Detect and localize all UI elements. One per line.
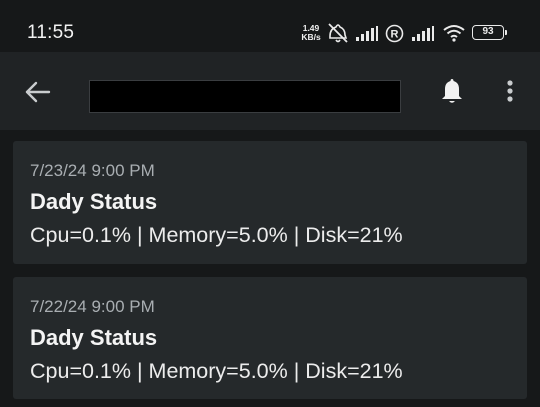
bell-icon[interactable]: [436, 75, 468, 107]
back-arrow-icon[interactable]: [22, 76, 54, 108]
battery-level: 93: [482, 26, 494, 37]
redacted-title: [89, 80, 401, 113]
notification-body: Cpu=0.1% | Memory=5.0% | Disk=21%: [30, 359, 403, 383]
network-speed: 1.49 KB/s: [300, 24, 322, 42]
more-vertical-icon[interactable]: [499, 75, 521, 107]
mute-alarm-icon: [328, 23, 348, 43]
signal-bars-icon: [356, 26, 378, 41]
notification-title: Dady Status: [30, 325, 158, 350]
notification-body: Cpu=0.1% | Memory=5.0% | Disk=21%: [30, 223, 403, 247]
notification-card[interactable]: 7/23/24 9:00 PM Dady Status Cpu=0.1% | M…: [13, 141, 527, 264]
notification-date: 7/23/24 9:00 PM: [30, 161, 155, 180]
signal-bars-icon: [412, 26, 434, 41]
network-speed-unit: KB/s: [301, 32, 321, 42]
svg-text:R: R: [391, 29, 399, 41]
status-bar: 11:55 1.49 KB/s R 93: [0, 0, 540, 52]
battery-icon: 93: [472, 25, 507, 40]
status-clock: 11:55: [27, 22, 75, 43]
notification-title: Dady Status: [30, 189, 158, 214]
notification-date: 7/22/24 9:00 PM: [30, 297, 155, 316]
notification-card[interactable]: 7/22/24 9:00 PM Dady Status Cpu=0.1% | M…: [13, 277, 527, 399]
wifi-icon: [443, 25, 465, 42]
roaming-icon: R: [385, 24, 404, 43]
